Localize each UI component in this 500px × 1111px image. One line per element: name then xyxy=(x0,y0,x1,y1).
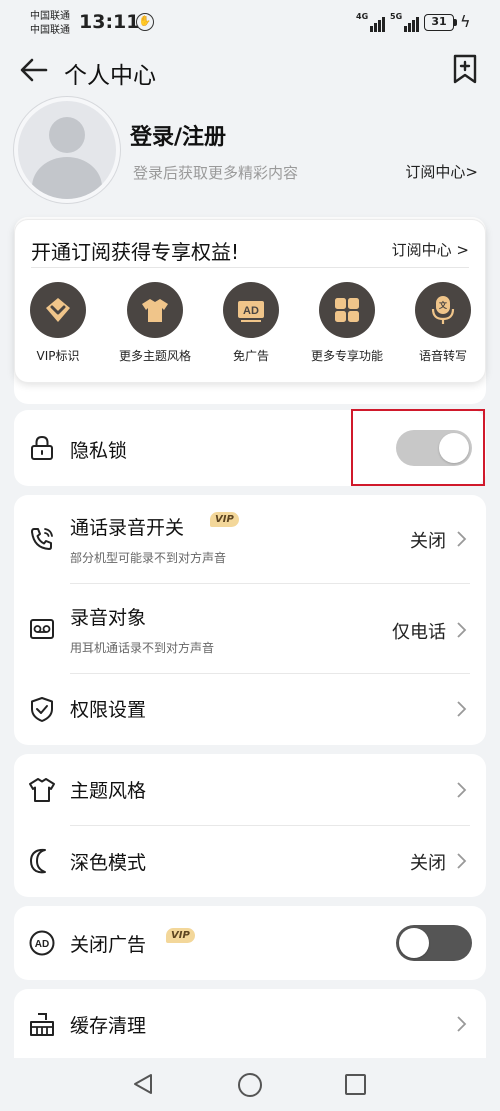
broom-icon xyxy=(30,1013,54,1036)
hand-icon: ✋ xyxy=(136,13,154,31)
subscription-headline: 开通订阅获得专享权益! xyxy=(31,240,240,264)
theme-row[interactable]: 主题风格 xyxy=(14,754,486,826)
ad-icon: AD xyxy=(223,282,279,338)
vip-badge: VIP xyxy=(210,512,239,527)
shirt-outline-icon xyxy=(29,778,55,802)
feature-label: VIP标识 xyxy=(36,349,80,363)
divider xyxy=(31,267,469,268)
call-record-row[interactable]: 通话录音开关 VIP 部分机型可能录不到对方声音 关闭 xyxy=(14,495,486,584)
navigation-bar xyxy=(0,1058,500,1111)
privacy-lock-title: 隐私锁 xyxy=(70,440,128,462)
network-type-1: 4G xyxy=(356,12,369,21)
feature-label: 更多专享功能 xyxy=(310,349,383,363)
grid-icon xyxy=(319,282,375,338)
charging-icon: ϟ xyxy=(460,12,471,31)
record-target-row[interactable]: 录音对象 用耳机通话录不到对方声音 仅电话 xyxy=(14,584,486,674)
battery-icon: 31 xyxy=(424,14,454,31)
highlight-box xyxy=(351,409,485,486)
nav-recent-icon[interactable] xyxy=(345,1074,366,1095)
bookmark-plus-icon[interactable] xyxy=(452,54,478,84)
close-ads-toggle[interactable] xyxy=(396,925,472,961)
permissions-row[interactable]: 权限设置 xyxy=(14,674,486,745)
svg-text:AD: AD xyxy=(35,939,49,950)
ads-card: AD 关闭广告 VIP xyxy=(14,906,486,980)
nav-home-icon[interactable] xyxy=(238,1073,262,1097)
cache-clean-row[interactable]: 缓存清理 xyxy=(14,989,486,1059)
login-title[interactable]: 登录/注册 xyxy=(130,119,226,151)
phone-record-icon xyxy=(31,528,53,550)
svg-text:AD: AD xyxy=(243,305,259,317)
feature-label: 免广告 xyxy=(232,349,269,363)
feature-no-ads[interactable]: AD 免广告 xyxy=(206,282,296,364)
permissions-title: 权限设置 xyxy=(70,699,147,721)
record-target-title: 录音对象 xyxy=(70,607,147,629)
cache-card: 缓存清理 xyxy=(14,989,486,1059)
chevron-right-icon xyxy=(457,853,467,869)
cache-clean-title: 缓存清理 xyxy=(70,1015,147,1037)
nav-back-icon[interactable] xyxy=(131,1072,155,1096)
shirt-icon xyxy=(127,282,183,338)
chevron-right-icon xyxy=(457,622,467,638)
ad-circle-icon: AD xyxy=(29,930,55,956)
shield-check-icon xyxy=(31,697,53,722)
call-record-subtitle: 部分机型可能录不到对方声音 xyxy=(70,551,227,565)
carrier-labels: 中国联通 中国联通 xyxy=(30,10,70,38)
moon-icon xyxy=(30,848,46,874)
feature-label: 语音转写 xyxy=(418,349,467,363)
record-target-value: 仅电话 xyxy=(392,622,446,643)
dark-mode-title: 深色模式 xyxy=(70,852,147,874)
vip-badge: VIP xyxy=(166,928,195,943)
recording-card: 通话录音开关 VIP 部分机型可能录不到对方声音 关闭 录音对象 用耳机通话录不… xyxy=(14,495,486,745)
status-bar: 中国联通 中国联通 13:11 ✋ 4G 5G 31 ϟ xyxy=(0,0,500,46)
clock: 13:11 xyxy=(79,11,140,33)
feature-transcribe[interactable]: 文 语音转写 xyxy=(398,282,488,364)
feature-label: 更多主题风格 xyxy=(118,349,191,363)
chevron-right-icon xyxy=(457,782,467,798)
chevron-right-icon xyxy=(457,701,467,717)
header: 个人中心 xyxy=(0,46,500,94)
vip-badge-icon xyxy=(30,282,86,338)
chevron-right-icon xyxy=(457,1016,467,1032)
dark-mode-value: 关闭 xyxy=(410,853,446,874)
feature-theme[interactable]: 更多主题风格 xyxy=(110,282,200,364)
lock-icon xyxy=(31,435,53,460)
dark-mode-row[interactable]: 深色模式 关闭 xyxy=(14,826,486,897)
call-record-title: 通话录音开关 xyxy=(70,517,185,539)
close-ads-row[interactable]: AD 关闭广告 VIP xyxy=(14,906,486,980)
signal-1-icon: 4G xyxy=(356,12,386,32)
svg-text:文: 文 xyxy=(439,300,448,310)
close-ads-title: 关闭广告 xyxy=(70,934,147,956)
theme-title: 主题风格 xyxy=(70,780,147,802)
page-title: 个人中心 xyxy=(64,63,156,89)
battery-tip xyxy=(454,19,457,26)
arrow-left-icon[interactable] xyxy=(18,56,50,84)
carrier-1: 中国联通 xyxy=(30,11,70,22)
network-type-2: 5G xyxy=(390,12,403,21)
subscription-popup[interactable]: 开通订阅获得专享权益! 订阅中心 > VIP标识 更多主题风格 AD 免广告 更… xyxy=(14,219,486,383)
appearance-card: 主题风格 深色模式 关闭 xyxy=(14,754,486,897)
subscription-popup-link[interactable]: 订阅中心 > xyxy=(392,239,469,260)
call-record-value: 关闭 xyxy=(410,531,446,552)
carrier-2: 中国联通 xyxy=(30,25,70,36)
record-target-subtitle: 用耳机通话录不到对方声音 xyxy=(70,641,215,655)
chevron-right-icon xyxy=(457,531,467,547)
feature-vip[interactable]: VIP标识 xyxy=(13,282,103,364)
microphone-icon: 文 xyxy=(415,282,471,338)
signal-2-icon: 5G xyxy=(390,12,420,32)
subscription-center-link[interactable]: 订阅中心> xyxy=(405,161,478,182)
login-subtitle: 登录后获取更多精彩内容 xyxy=(133,164,299,182)
voicemail-icon xyxy=(30,619,54,639)
avatar[interactable] xyxy=(14,97,120,203)
feature-more[interactable]: 更多专享功能 xyxy=(302,282,392,364)
